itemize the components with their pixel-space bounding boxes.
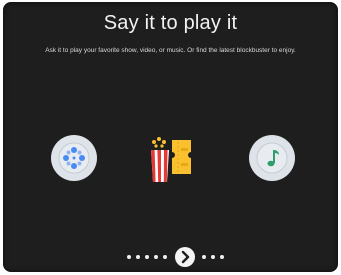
page-indicator <box>3 246 338 268</box>
page-title: Say it to play it <box>103 12 238 34</box>
chevron-right-icon <box>181 250 190 264</box>
next-button[interactable] <box>175 247 195 267</box>
music-note-icon <box>249 135 295 181</box>
page-dot[interactable] <box>154 255 158 259</box>
page-dot[interactable] <box>145 255 149 259</box>
popcorn-ticket-icon <box>143 130 199 191</box>
onboarding-screen: Say it to play it Ask it to play your fa… <box>3 2 338 272</box>
page-dot[interactable] <box>211 255 215 259</box>
page-description: Ask it to play your favorite show, video… <box>45 47 296 54</box>
page-dot[interactable] <box>127 255 131 259</box>
page-dot[interactable] <box>220 255 224 259</box>
page-dot[interactable] <box>136 255 140 259</box>
page-dot[interactable] <box>202 255 206 259</box>
feature-icons <box>3 130 338 186</box>
film-reel-icon <box>51 135 97 181</box>
page-dot[interactable] <box>163 255 167 259</box>
